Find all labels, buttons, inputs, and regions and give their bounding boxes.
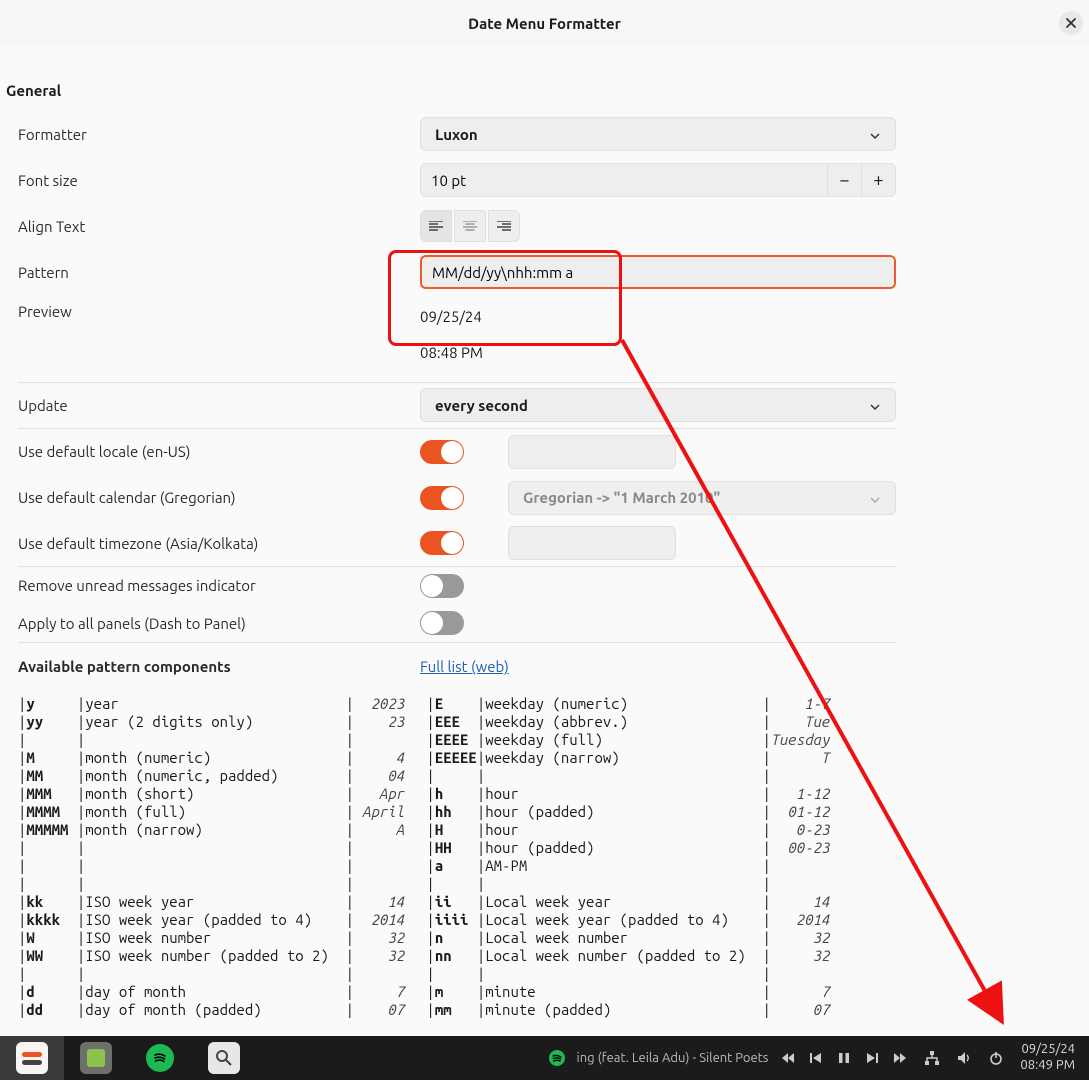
taskbar-clock[interactable]: 09/25/24 08:49 PM [1020, 1042, 1075, 1073]
image-viewer-app-icon [208, 1042, 240, 1074]
available-label: Available pattern components [18, 658, 420, 675]
preview-label: Preview [18, 303, 420, 320]
remove-unread-label: Remove unread messages indicator [18, 577, 420, 594]
volume-icon[interactable] [956, 1050, 972, 1066]
calendar-label: Use default calendar (Gregorian) [18, 489, 420, 506]
update-label: Update [18, 397, 420, 414]
align-center-button[interactable] [454, 210, 486, 242]
timezone-value-disabled [508, 526, 676, 560]
close-icon [1065, 17, 1077, 29]
formatter-label: Formatter [18, 126, 420, 143]
locale-toggle[interactable] [420, 440, 464, 464]
close-button[interactable] [1059, 11, 1083, 35]
chevron-down-icon [869, 399, 881, 411]
pattern-table-left: |y |year | 2023 |yy |year (2 digits only… [18, 695, 404, 1019]
taskbar-app-spotify[interactable] [128, 1036, 192, 1080]
align-right-icon [497, 221, 511, 231]
pattern-tables: |y |year | 2023 |yy |year (2 digits only… [18, 691, 896, 1019]
font-size-decrease[interactable]: − [828, 163, 862, 197]
align-left-button[interactable] [420, 210, 452, 242]
calendar-toggle[interactable] [420, 486, 464, 510]
power-icon[interactable] [988, 1050, 1004, 1066]
apply-all-label: Apply to all panels (Dash to Panel) [18, 615, 420, 632]
media-skip-back[interactable] [808, 1050, 824, 1066]
align-center-icon [463, 221, 477, 231]
media-play-pause[interactable] [836, 1050, 852, 1066]
timezone-toggle[interactable] [420, 531, 464, 555]
align-label: Align Text [18, 218, 420, 235]
media-controls: ing (feat. Leila Adu) - Silent Poets [549, 1050, 909, 1066]
taskbar-app-settings[interactable] [0, 1036, 64, 1080]
taskbar-app-image-viewer[interactable] [192, 1036, 256, 1080]
section-general: General [6, 62, 1089, 111]
font-size-label: Font size [18, 172, 420, 189]
font-size-increase[interactable]: + [862, 163, 896, 197]
extensions-app-icon [80, 1042, 112, 1074]
media-now-playing: ing (feat. Leila Adu) - Silent Poets [577, 1051, 769, 1065]
align-left-icon [429, 221, 443, 231]
pattern-label: Pattern [18, 264, 420, 281]
chevron-down-icon [869, 492, 881, 504]
remove-unread-toggle[interactable] [420, 574, 464, 598]
settings-app-icon [16, 1042, 48, 1074]
titlebar: Date Menu Formatter [0, 0, 1089, 46]
locale-value-disabled [508, 435, 676, 469]
task-apps [0, 1036, 256, 1080]
media-next-track[interactable] [892, 1050, 908, 1066]
update-value: every second [435, 397, 528, 414]
spotify-tray-icon [549, 1050, 565, 1066]
media-prev-track[interactable] [780, 1050, 796, 1066]
network-icon[interactable] [924, 1050, 940, 1066]
full-list-link[interactable]: Full list (web) [420, 658, 509, 675]
taskbar-app-extensions[interactable] [64, 1036, 128, 1080]
update-select[interactable]: every second [420, 388, 896, 422]
clock-time: 08:49 PM [1020, 1058, 1075, 1074]
timezone-label: Use default timezone (Asia/Kolkata) [18, 535, 420, 552]
font-size-input[interactable] [420, 163, 828, 197]
pattern-table-right: |E |weekday (numeric) | 1-7 |EEE |weekda… [426, 695, 829, 1019]
formatter-select[interactable]: Luxon [420, 117, 896, 151]
preview-line2: 08:48 PM [420, 339, 483, 367]
formatter-value: Luxon [435, 126, 478, 143]
apply-all-toggle[interactable] [420, 611, 464, 635]
align-right-button[interactable] [488, 210, 520, 242]
preview-line1: 09/25/24 [420, 303, 482, 331]
calendar-option: Gregorian -> "1 March 2010" [523, 489, 720, 506]
window-title: Date Menu Formatter [468, 15, 621, 32]
align-group [420, 210, 520, 242]
media-skip-forward[interactable] [864, 1050, 880, 1066]
spotify-app-icon [146, 1044, 174, 1072]
taskbar: ing (feat. Leila Adu) - Silent Poets 09/… [0, 1036, 1089, 1080]
font-size-field: − + [420, 163, 896, 197]
locale-label: Use default locale (en-US) [18, 443, 420, 460]
calendar-select-disabled: Gregorian -> "1 March 2010" [508, 481, 896, 515]
clock-date: 09/25/24 [1020, 1042, 1075, 1058]
chevron-down-icon [869, 128, 881, 140]
pattern-input[interactable] [420, 255, 896, 289]
